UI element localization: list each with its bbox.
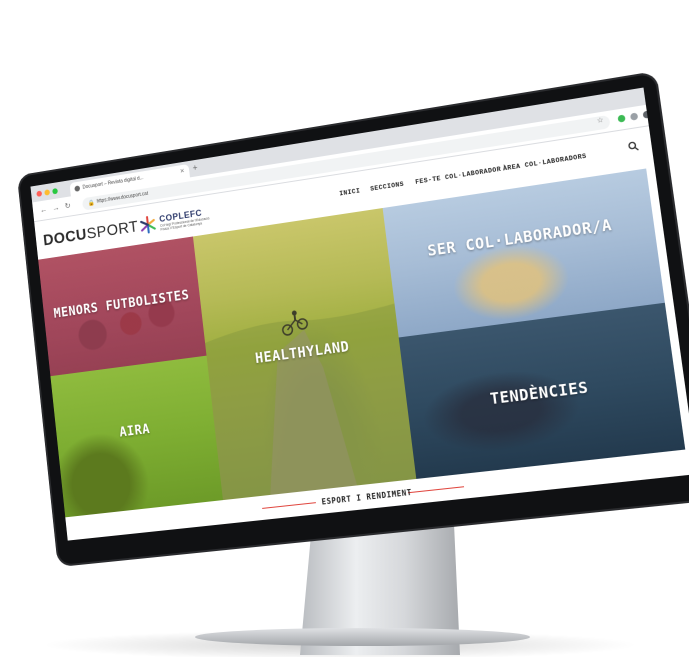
- minimize-window-icon[interactable]: [44, 189, 51, 196]
- nav-seccions[interactable]: SECCIONS: [370, 181, 404, 193]
- tile-healthyland[interactable]: HEALTHYLAND: [192, 208, 417, 501]
- reload-icon[interactable]: ↻: [64, 201, 71, 210]
- nav-area-col-laboradors[interactable]: ÀREA COL·LABORADORS: [503, 153, 587, 173]
- new-tab-icon[interactable]: +: [192, 163, 198, 173]
- back-icon[interactable]: ←: [40, 205, 48, 215]
- screen: Docusport – Revista digital d... ✕ + ← →…: [30, 87, 689, 541]
- monitor-base: [195, 628, 530, 646]
- lock-icon: 🔒: [87, 200, 95, 207]
- tile-label: TENDÈNCIES: [488, 377, 590, 409]
- extension-icon[interactable]: [617, 114, 626, 123]
- logo-light-text: SPORT: [85, 218, 140, 243]
- favicon-icon: [74, 185, 81, 192]
- forward-icon[interactable]: →: [52, 203, 60, 213]
- monitor-bezel: Docusport – Revista digital d... ✕ + ← →…: [16, 70, 689, 568]
- extension-icon[interactable]: [629, 112, 639, 121]
- tab-close-icon[interactable]: ✕: [180, 168, 185, 175]
- url-text: https://www.docusport.cat: [96, 190, 149, 205]
- tile-aira[interactable]: AIRA: [50, 355, 223, 518]
- tile-label: MENORS FUTBOLISTES: [53, 288, 191, 322]
- profile-icon[interactable]: [642, 110, 651, 119]
- logo-bold-text: DOCU: [42, 226, 88, 250]
- nav-inici[interactable]: INICI: [339, 187, 361, 197]
- docusport-logo[interactable]: DOCUSPORT: [43, 219, 140, 251]
- tile-label: SER COL·LABORADOR/A: [426, 215, 613, 261]
- close-window-icon[interactable]: [36, 190, 43, 197]
- coplefc-star-icon: [139, 215, 157, 235]
- tile-label: AIRA: [118, 422, 151, 441]
- bookmark-star-icon[interactable]: ☆: [596, 116, 603, 125]
- coplefc-logo[interactable]: COPLEFC Col·legi Professional de l'Educa…: [139, 204, 215, 236]
- search-icon[interactable]: [627, 140, 639, 152]
- tile-menors-futbolistes[interactable]: MENORS FUTBOLISTES: [38, 236, 207, 377]
- monitor: Docusport – Revista digital d... ✕ + ← →…: [0, 0, 689, 599]
- maximize-window-icon[interactable]: [52, 187, 59, 195]
- nav-fes-te-col-laborador[interactable]: FES-TE COL·LABORADOR: [415, 166, 502, 186]
